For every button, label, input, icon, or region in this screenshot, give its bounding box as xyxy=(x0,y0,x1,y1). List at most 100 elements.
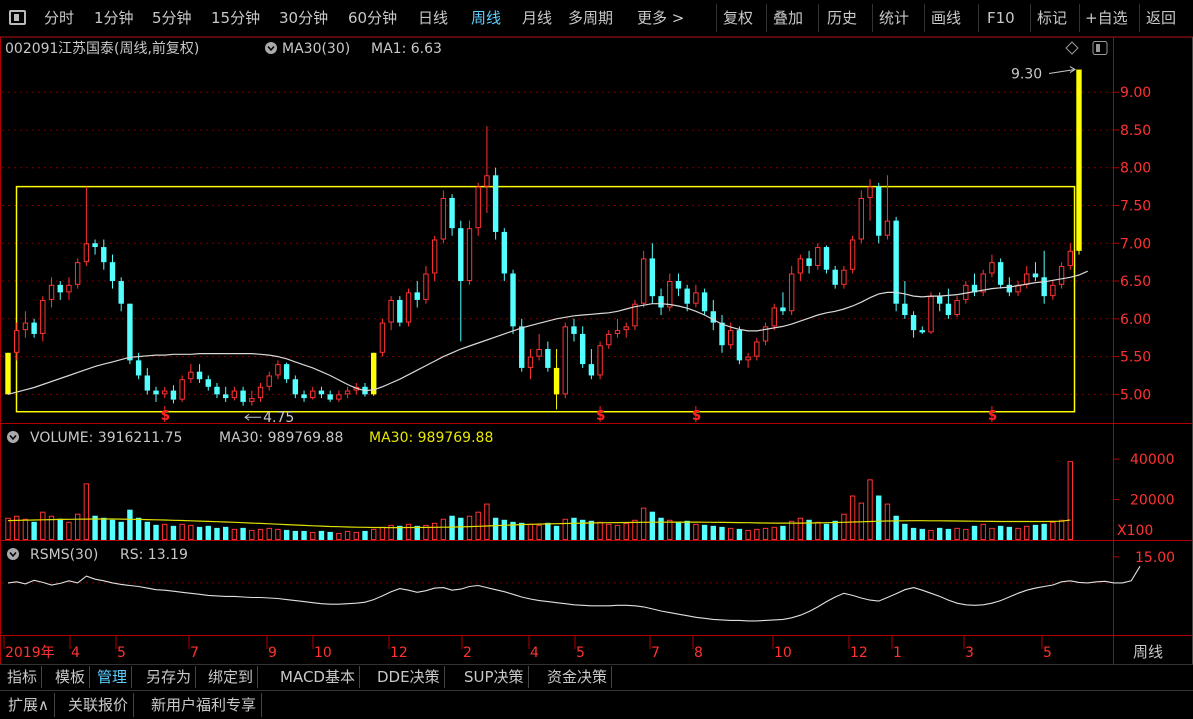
volume-bar xyxy=(884,503,891,541)
volume-bar xyxy=(1058,519,1065,540)
candle-body xyxy=(1024,273,1030,285)
candle-body xyxy=(196,371,203,380)
low-price-label: 4.75 xyxy=(263,410,294,426)
volume-bar xyxy=(701,524,708,540)
top-toolbar: 分时 1分钟 5分钟 15分钟 30分钟 60分钟 日线 周线 月线 多周期 更多 > 复权 叠加 历史统… xyxy=(0,0,1193,37)
volume-bar xyxy=(928,529,934,540)
candle-body xyxy=(240,390,246,402)
candle-body xyxy=(475,186,481,229)
period-tab-7[interactable]: 日线 xyxy=(418,0,448,36)
rs-value: RS: 13.19 xyxy=(120,547,188,563)
bottom-tab2-2[interactable]: 关联报价 xyxy=(63,693,135,717)
candle-body xyxy=(640,258,647,304)
action-button-2[interactable]: 叠加 xyxy=(773,0,803,36)
stock-code: 002091 xyxy=(5,41,58,57)
toolbar-separator xyxy=(818,4,819,32)
action-button-7[interactable]: 标记 xyxy=(1037,0,1067,36)
action-button-9[interactable]: 返回 xyxy=(1146,0,1176,36)
period-tab-2[interactable]: 1分钟 xyxy=(94,0,134,36)
candle-body xyxy=(527,356,534,368)
volume-bar xyxy=(14,515,20,541)
bottom-tab-7[interactable]: DDE决策 xyxy=(373,666,445,688)
volume-bar xyxy=(344,530,351,540)
window-menu-icon[interactable] xyxy=(9,10,26,25)
candle-body xyxy=(127,303,133,361)
candle-body xyxy=(101,247,107,263)
diamond-tool-icon[interactable] xyxy=(1065,41,1079,55)
candle-body xyxy=(954,299,960,316)
candle-body xyxy=(780,307,786,312)
candle-body xyxy=(292,379,299,395)
volume-bar xyxy=(371,528,377,540)
volume-bar xyxy=(205,525,211,540)
rs-tick-label: 15.00 xyxy=(1135,550,1175,566)
bottom-tab2-1[interactable]: 扩展∧ xyxy=(3,693,55,717)
volume-bar xyxy=(588,520,595,540)
ma-selector[interactable]: MA30(30) xyxy=(282,41,350,57)
toolbar-separator xyxy=(1079,4,1080,32)
candle-body xyxy=(788,273,795,312)
bottom-tab-6[interactable]: MACD基本 xyxy=(276,666,360,688)
candle-body xyxy=(31,322,37,334)
candle-body xyxy=(57,284,63,293)
chart-svg[interactable]: 5.005.506.006.507.007.508.008.509.00 200… xyxy=(0,37,1193,664)
candle-body xyxy=(553,367,560,395)
volume-bar xyxy=(649,511,656,540)
period-tab-9[interactable]: 月线 xyxy=(522,0,552,36)
period-tab-6[interactable]: 60分钟 xyxy=(348,0,397,36)
period-tab-10[interactable]: 多周期 xyxy=(568,0,613,36)
x-label-10: 10 xyxy=(774,645,792,661)
bottom-tab-bar-2: 扩展∧ 关联报价 新用户福利专享 xyxy=(0,690,1193,719)
panel-toggle-icon-inner xyxy=(1096,44,1100,52)
candle-body xyxy=(458,228,464,282)
volume-bar xyxy=(841,513,847,541)
candle-body xyxy=(536,349,542,357)
toolbar-separator xyxy=(1139,4,1140,32)
candle-body xyxy=(83,243,90,263)
candle-body xyxy=(92,243,98,248)
volume-scale-unit: X100 xyxy=(1117,523,1153,539)
volume-bar xyxy=(1015,527,1021,541)
action-button-1[interactable]: 复权 xyxy=(723,0,753,36)
action-button-6[interactable]: F10 xyxy=(987,0,1015,36)
volume-bar xyxy=(101,517,107,540)
candle-body xyxy=(623,326,629,331)
signal-mark: S xyxy=(692,409,701,424)
volume-bar xyxy=(571,517,577,540)
candle-body xyxy=(275,364,281,376)
bottom-tab-3[interactable]: 管理 xyxy=(93,666,133,688)
bottom-tab-4[interactable]: 另存为 xyxy=(142,666,197,688)
bottom-tab2-3[interactable]: 新用户福利专享 xyxy=(146,693,263,717)
candle-body xyxy=(902,303,908,316)
period-tab-1[interactable]: 分时 xyxy=(44,0,74,36)
period-tab-4[interactable]: 15分钟 xyxy=(211,0,260,36)
volume-bar xyxy=(162,523,168,541)
period-tab-5[interactable]: 30分钟 xyxy=(279,0,328,36)
action-button-5[interactable]: 画线 xyxy=(931,0,961,36)
volume-bar xyxy=(562,518,568,540)
volume-bar xyxy=(640,507,647,540)
toolbar-separator xyxy=(872,4,873,32)
volume-bar xyxy=(22,518,29,540)
rs-dropdown-icon[interactable] xyxy=(7,548,19,560)
candle-body xyxy=(318,390,325,395)
volume-bar xyxy=(745,529,751,540)
period-tab-3[interactable]: 5分钟 xyxy=(152,0,192,36)
bottom-tab-9[interactable]: 资金决策 xyxy=(543,666,613,688)
volume-bar xyxy=(867,479,873,541)
volume-bar xyxy=(849,495,856,540)
ma-dropdown-icon[interactable] xyxy=(265,42,277,54)
x-label-12: 12 xyxy=(850,645,868,661)
period-tab-8[interactable]: 周线 xyxy=(471,0,501,36)
period-tab-11[interactable]: 更多 > xyxy=(637,0,684,36)
bottom-tab-5[interactable]: 绑定到 xyxy=(204,666,259,688)
volume-bar xyxy=(353,531,359,540)
bottom-tab-8[interactable]: SUP决策 xyxy=(460,666,529,688)
volume-dropdown-icon[interactable] xyxy=(7,431,19,443)
bottom-tab-2[interactable]: 模板 xyxy=(51,666,91,688)
bottom-tab-1[interactable]: 指标 xyxy=(3,666,43,688)
candle-body xyxy=(823,247,830,270)
action-button-4[interactable]: 统计 xyxy=(879,0,909,36)
action-button-3[interactable]: 历史 xyxy=(827,0,857,36)
action-button-8[interactable]: +自选 xyxy=(1085,0,1128,36)
